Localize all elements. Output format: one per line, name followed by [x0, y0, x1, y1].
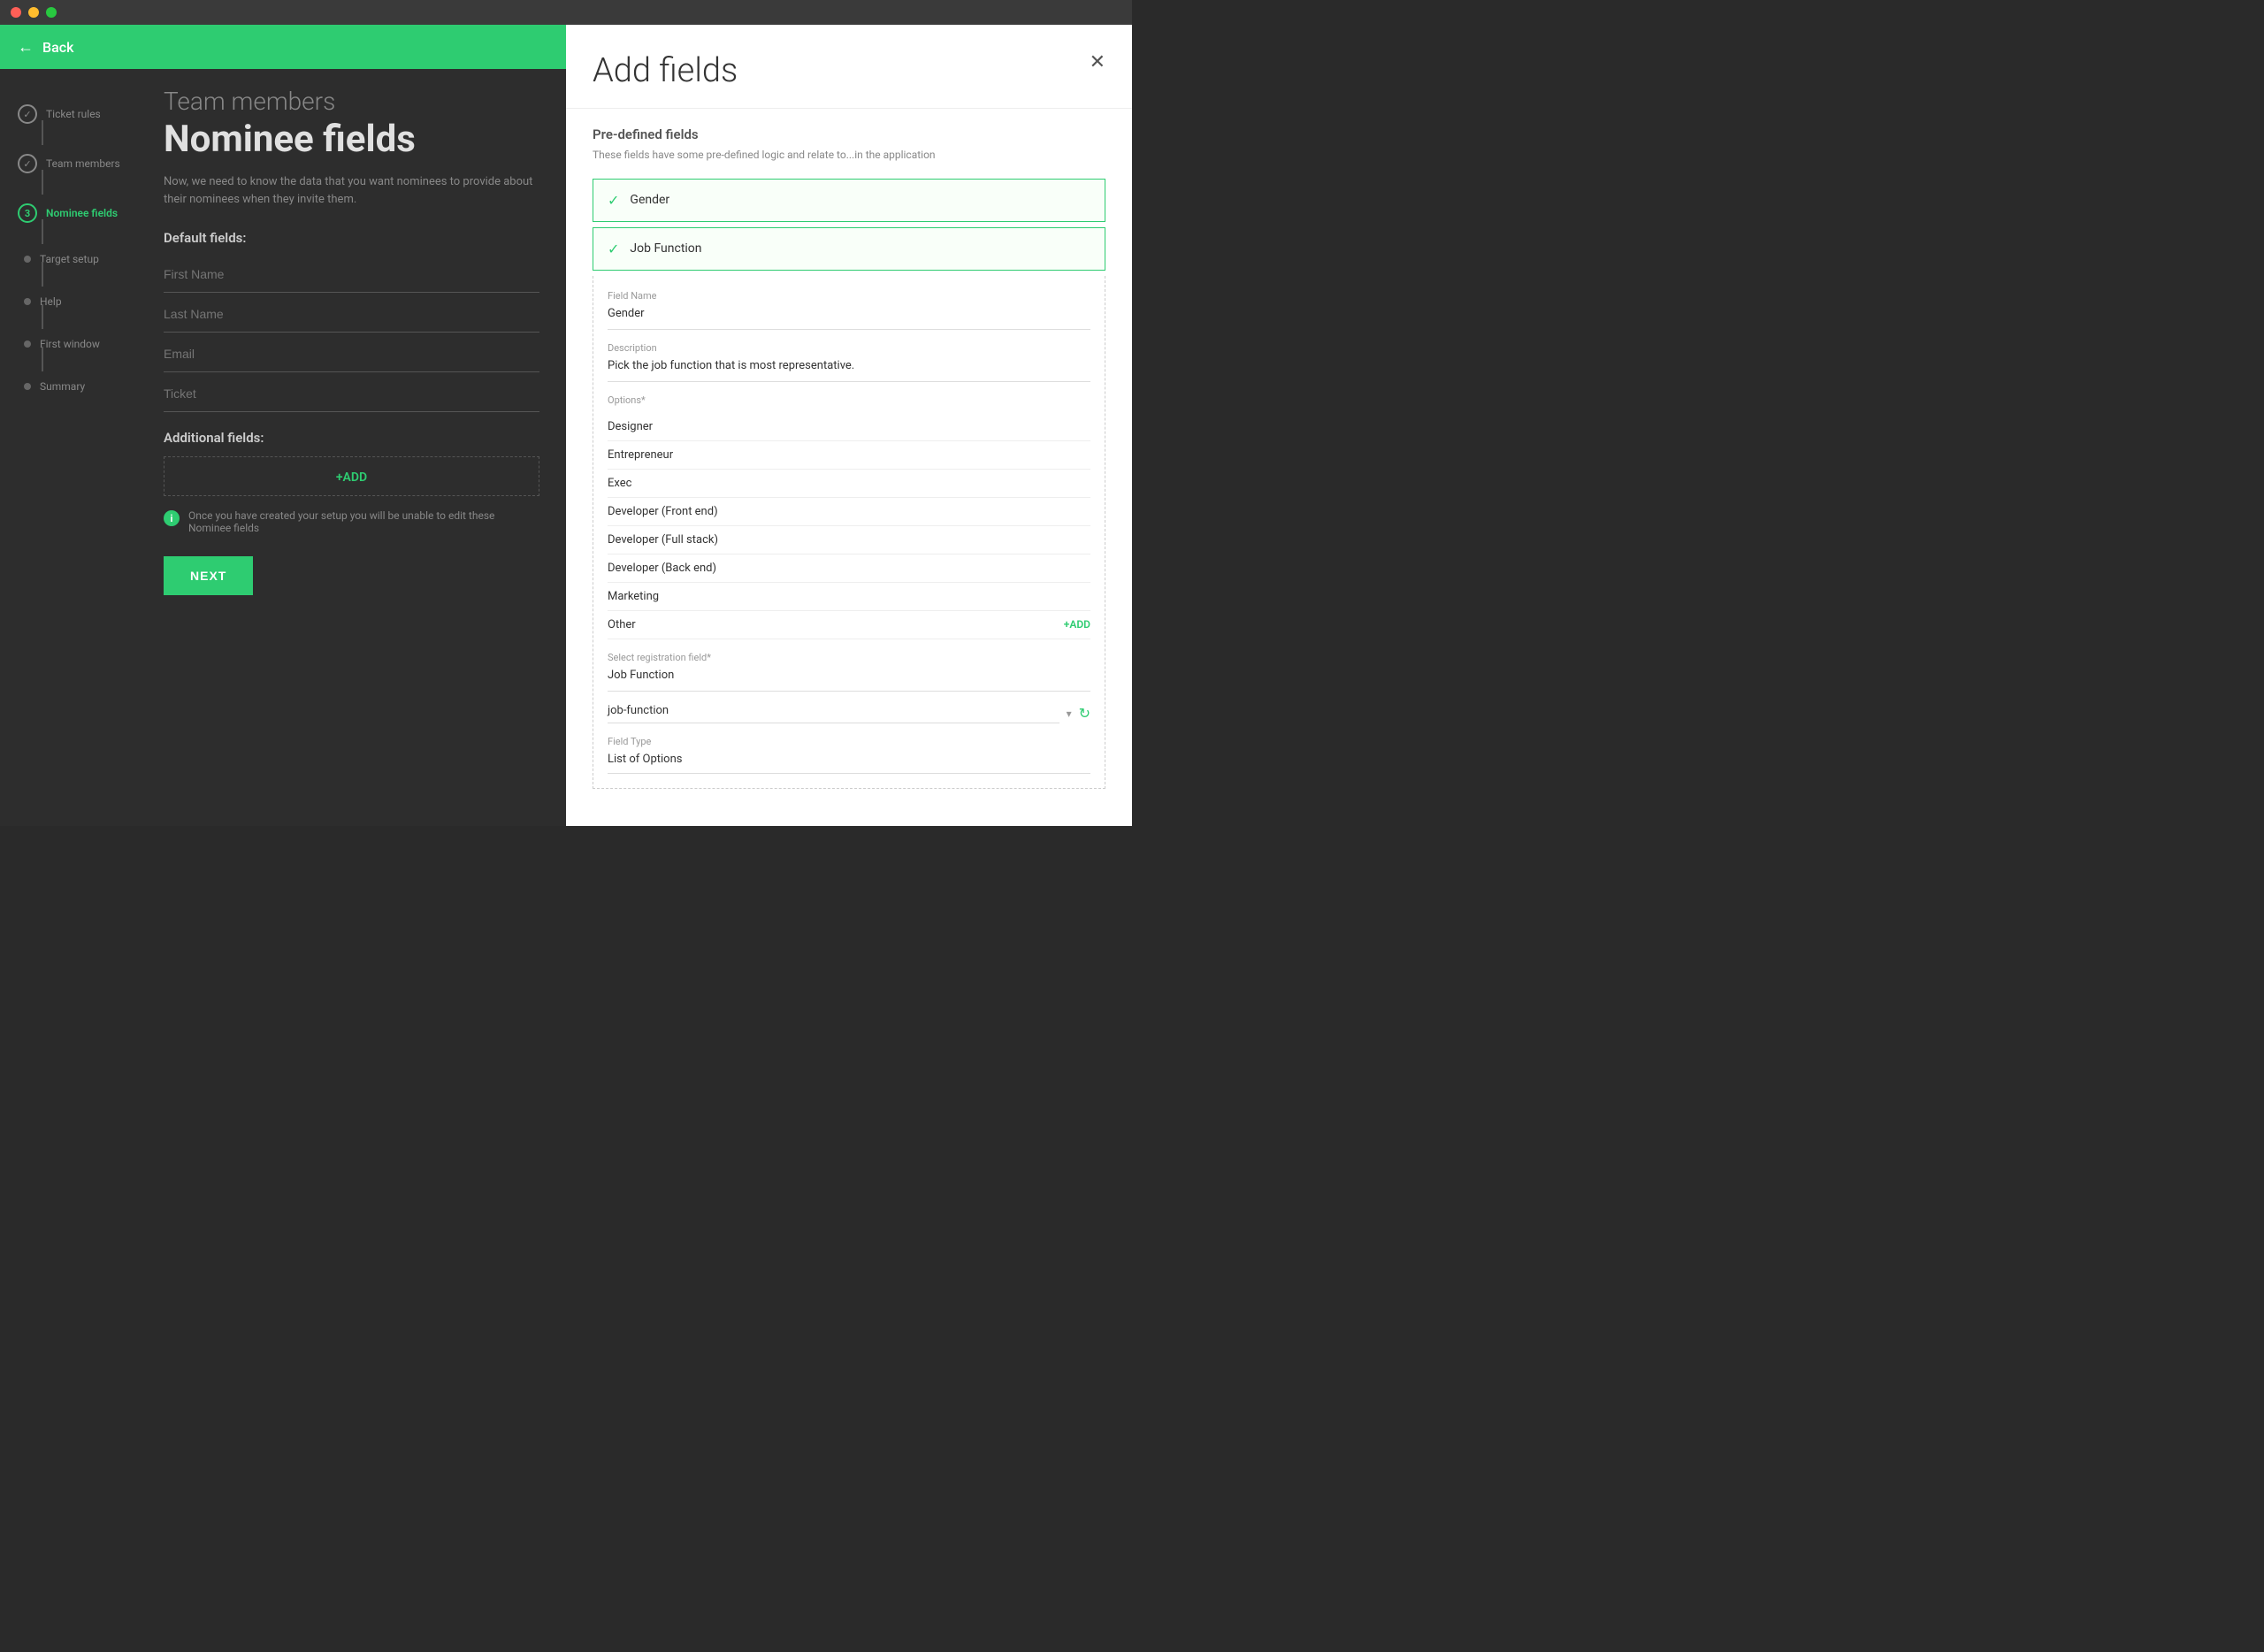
sidebar-item-ticket-rules[interactable]: ✓ Ticket rules [18, 96, 137, 133]
default-fields-label: Default fields: [164, 230, 539, 246]
step-dot-summary [24, 383, 31, 390]
select-reg-field-title: Job Function [608, 669, 1090, 692]
first-name-field[interactable] [164, 256, 539, 293]
info-icon: i [164, 510, 180, 526]
sidebar-label-ticket-rules: Ticket rules [46, 108, 101, 120]
email-field[interactable] [164, 336, 539, 372]
app-container: ← Back ✓ Ticket rules ✓ Team members 3 [0, 25, 1132, 826]
step-dot-help [24, 298, 31, 305]
sidebar-label-team-members: Team members [46, 157, 120, 170]
sidebar-item-target-setup[interactable]: Target setup [18, 244, 137, 274]
gender-option-label: Gender [630, 193, 669, 207]
traffic-light-yellow[interactable] [28, 7, 39, 18]
gender-check-icon: ✓ [608, 192, 619, 209]
option-designer: Designer [608, 413, 1090, 441]
field-name-value: Gender [608, 307, 1090, 330]
predefined-label: Pre-defined fields [593, 126, 1105, 142]
step-line-4 [42, 262, 43, 287]
sidebar: ✓ Ticket rules ✓ Team members 3 Nominee … [0, 69, 137, 826]
step-line-3 [42, 219, 43, 244]
step-dot-first-window [24, 340, 31, 348]
header-bar: ← Back [0, 25, 566, 69]
ticket-field[interactable] [164, 376, 539, 412]
traffic-light-red[interactable] [11, 7, 21, 18]
field-type-label: Field Type [608, 736, 1090, 747]
options-label: Options* [608, 394, 1090, 406]
nominee-description: Now, we need to know the data that you w… [164, 173, 539, 208]
next-button[interactable]: NEXT [164, 556, 253, 595]
chevron-down-icon: ▾ [1067, 707, 1072, 720]
field-type-value: List of Options [608, 753, 1090, 774]
additional-fields-section: Additional fields: +ADD [164, 430, 539, 496]
left-content: ✓ Ticket rules ✓ Team members 3 Nominee … [0, 69, 566, 826]
option-developer-front: Developer (Front end) [608, 498, 1090, 526]
sidebar-item-help[interactable]: Help [18, 287, 137, 317]
step-check-team-members: ✓ [18, 154, 37, 173]
add-fields-title: Add fields [593, 51, 738, 90]
job-function-option-label: Job Function [630, 241, 701, 256]
main-content: Team members Nominee fields Now, we need… [137, 69, 566, 826]
step-dot-target-setup [24, 256, 31, 263]
info-note: i Once you have created your setup you w… [164, 509, 539, 534]
sidebar-item-team-members[interactable]: ✓ Team members [18, 145, 137, 182]
description-label: Description [608, 342, 1090, 354]
select-row: job-function ▾ ↻ [608, 704, 1090, 723]
option-developer-full: Developer (Full stack) [608, 526, 1090, 554]
last-name-field[interactable] [164, 296, 539, 333]
predefined-desc: These fields have some pre-defined logic… [593, 148, 1105, 163]
sidebar-item-first-window[interactable]: First window [18, 329, 137, 359]
step-line-5 [42, 304, 43, 329]
close-button[interactable]: ✕ [1090, 51, 1105, 73]
left-panel: ← Back ✓ Ticket rules ✓ Team members 3 [0, 25, 566, 826]
nominee-fields-title: Nominee fields [164, 119, 539, 160]
add-field-container[interactable]: +ADD [164, 456, 539, 496]
gender-field-option[interactable]: ✓ Gender [593, 179, 1105, 222]
right-header: Add fields ✕ [566, 25, 1132, 109]
option-other: Other +ADD [608, 611, 1090, 639]
field-name-label: Field Name [608, 290, 1090, 302]
team-members-title: Team members [164, 87, 539, 116]
step-line-1 [42, 120, 43, 145]
title-bar [0, 0, 1132, 25]
step-line-2 [42, 170, 43, 195]
sidebar-label-nominee-fields: Nominee fields [46, 207, 118, 219]
select-reg-field-label: Select registration field* [608, 652, 1090, 663]
option-entrepreneur: Entrepreneur [608, 441, 1090, 470]
job-function-check-icon: ✓ [608, 241, 619, 257]
option-add-button[interactable]: +ADD [1064, 618, 1090, 631]
sidebar-label-first-window: First window [40, 338, 100, 350]
option-exec: Exec [608, 470, 1090, 498]
back-arrow-icon[interactable]: ← [18, 38, 34, 57]
sidebar-item-summary[interactable]: Summary [18, 371, 137, 402]
additional-fields-label: Additional fields: [164, 430, 539, 446]
info-text: Once you have created your setup you wil… [188, 509, 539, 534]
option-other-label: Other [608, 618, 636, 631]
sidebar-item-nominee-fields[interactable]: 3 Nominee fields [18, 195, 137, 232]
option-developer-back: Developer (Back end) [608, 554, 1090, 583]
back-label[interactable]: Back [42, 39, 73, 56]
step-check-ticket-rules: ✓ [18, 104, 37, 124]
sidebar-label-summary: Summary [40, 380, 85, 393]
step-line-6 [42, 347, 43, 371]
option-marketing: Marketing [608, 583, 1090, 611]
field-details-panel: Field Name Gender Description Pick the j… [593, 276, 1105, 789]
sidebar-label-target-setup: Target setup [40, 253, 99, 265]
right-panel: Add fields ✕ Pre-defined fields These fi… [566, 25, 1132, 826]
step-active-nominee-fields: 3 [18, 203, 37, 223]
add-field-button[interactable]: +ADD [336, 470, 367, 485]
right-content: Pre-defined fields These fields have som… [566, 109, 1132, 826]
job-function-field-option[interactable]: ✓ Job Function [593, 227, 1105, 271]
select-value[interactable]: job-function [608, 704, 1059, 723]
traffic-light-green[interactable] [46, 7, 57, 18]
description-value: Pick the job function that is most repre… [608, 359, 1090, 382]
refresh-icon[interactable]: ↻ [1079, 705, 1090, 722]
